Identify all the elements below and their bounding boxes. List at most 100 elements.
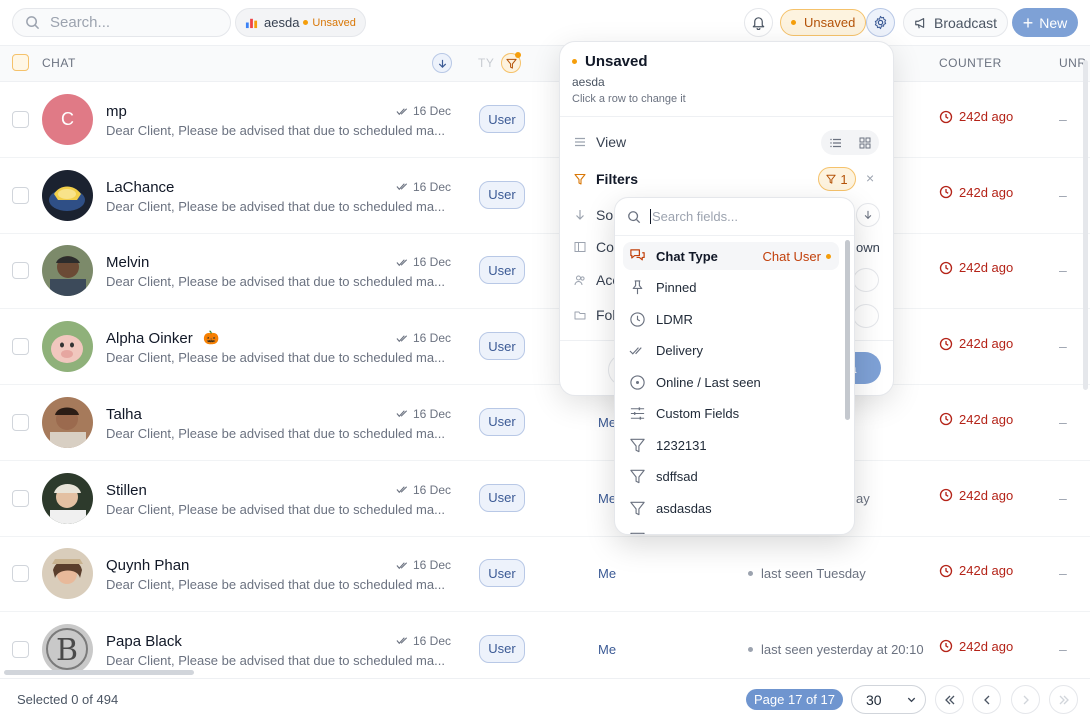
chat-name: Talha xyxy=(106,405,142,423)
avatar xyxy=(42,548,93,600)
panel-item-filters[interactable]: Filters xyxy=(574,171,638,187)
view-chip[interactable]: aesda Unsaved xyxy=(235,8,366,37)
date-text: 16 Dec xyxy=(413,406,452,421)
view-mode-toggle[interactable] xyxy=(821,130,879,155)
date-text: 16 Dec xyxy=(413,331,452,346)
column-header-chat[interactable]: CHAT xyxy=(42,56,76,70)
table-row[interactable]: Talha Dear Client, Please be advised that… xyxy=(0,385,1090,461)
message-date: 16 Dec xyxy=(396,634,451,648)
clock-icon xyxy=(939,337,959,351)
panel-item-access[interactable]: Acc xyxy=(574,272,619,288)
last-seen: last seen Tuesday xyxy=(748,566,866,581)
table-row[interactable]: Cmp Dear Client, Please be advised that d… xyxy=(0,82,1090,158)
double-chevron-left-icon xyxy=(944,695,954,704)
folders-select[interactable] xyxy=(853,304,879,328)
clear-filters-icon[interactable]: × xyxy=(866,170,874,186)
chat-name: Papa Black xyxy=(106,632,182,650)
sort-direction-toggle[interactable] xyxy=(856,203,880,227)
table-row[interactable]: Quynh Phan Dear Client, Please be advised… xyxy=(0,536,1090,613)
chat-type-badge: User xyxy=(479,407,525,436)
chat-type-badge: User xyxy=(479,559,525,588)
field-option[interactable]: Chat Type Chat User xyxy=(623,242,839,270)
counter: 242d ago xyxy=(939,185,1013,200)
field-option-label: LDMR xyxy=(656,311,693,327)
chevron-left-icon xyxy=(983,695,989,704)
table-row[interactable]: Alpha Oinker 🎃 Dear Client, Please be advi… xyxy=(0,309,1090,386)
row-checkbox[interactable] xyxy=(12,338,29,356)
table-row[interactable]: LaChance Dear Client, Please be advised t… xyxy=(0,158,1090,234)
panel-item-columns[interactable]: Col xyxy=(574,239,617,255)
first-page-button[interactable] xyxy=(935,685,964,714)
panel-item-view[interactable]: View xyxy=(574,134,626,150)
view-settings-button[interactable] xyxy=(866,8,895,37)
double-check-icon xyxy=(396,485,413,494)
page-size-select[interactable]: 30 xyxy=(851,685,926,714)
field-option[interactable]: sdffsad xyxy=(623,463,839,491)
panel-item-folders[interactable]: Fol xyxy=(574,307,615,323)
counter: 242d ago xyxy=(939,336,1013,351)
assignee[interactable]: Me xyxy=(598,642,616,657)
filter-count-badge[interactable]: 1 xyxy=(818,167,856,191)
type-filter-button[interactable] xyxy=(501,52,521,73)
message-snippet: Dear Client, Please be advised that due … xyxy=(106,198,445,214)
row-checkbox[interactable] xyxy=(12,111,29,128)
unsaved-button[interactable]: Unsaved xyxy=(780,9,867,36)
chat-name: mp xyxy=(106,103,127,120)
new-button[interactable]: + New xyxy=(1012,8,1078,37)
avatar xyxy=(42,245,93,297)
field-option[interactable]: LDMR xyxy=(623,305,839,333)
filter-count-value: 1 xyxy=(840,171,848,187)
row-checkbox[interactable] xyxy=(12,186,29,204)
next-page-button[interactable] xyxy=(1011,685,1040,714)
chat-name: Quynh Phan xyxy=(106,557,190,575)
column-header-type[interactable]: TY xyxy=(478,56,494,70)
row-checkbox[interactable] xyxy=(12,413,29,431)
assignee[interactable]: Me xyxy=(598,566,616,581)
vertical-scrollbar[interactable] xyxy=(1083,60,1088,390)
date-text: 16 Dec xyxy=(413,255,452,270)
field-option[interactable]: Delivery xyxy=(623,337,839,365)
list-view-icon[interactable] xyxy=(829,137,842,149)
horizontal-scrollbar[interactable] xyxy=(4,670,194,675)
sort-direction-button[interactable] xyxy=(432,53,452,73)
unsaved-label: Unsaved xyxy=(804,15,856,30)
table-row[interactable]: B Papa Black Dear Client, Please be advise… xyxy=(0,612,1090,688)
column-header-counter[interactable]: COUNTER xyxy=(939,56,1002,70)
panel-item-sort[interactable]: Sor xyxy=(574,207,618,223)
grid-view-icon[interactable] xyxy=(859,137,871,149)
date-text: 16 Dec xyxy=(413,633,452,648)
broadcast-button[interactable]: Broadcast xyxy=(903,8,1009,37)
row-checkbox[interactable] xyxy=(12,640,29,658)
clock-icon xyxy=(629,311,656,328)
notifications-button[interactable] xyxy=(744,8,773,37)
field-option[interactable]: Pinned xyxy=(623,274,839,302)
panel-hint: Click a row to change it xyxy=(572,93,686,105)
field-option-label: Pinned xyxy=(656,280,697,295)
row-checkbox[interactable] xyxy=(12,489,29,507)
chevron-right-icon xyxy=(1023,695,1029,704)
access-select[interactable] xyxy=(853,268,879,292)
table-row[interactable]: Melvin Dear Client, Please be advised tha… xyxy=(0,233,1090,310)
field-option[interactable]: Custom Fields xyxy=(623,400,839,428)
field-search-input[interactable]: Search fields... xyxy=(615,198,854,236)
filter-icon xyxy=(629,500,656,517)
last-page-button[interactable] xyxy=(1049,685,1078,714)
unread-count: – xyxy=(1059,565,1067,582)
field-option[interactable]: Online / Last seen xyxy=(623,368,839,396)
select-all-checkbox[interactable] xyxy=(12,54,29,71)
field-option-label: Chat Type xyxy=(656,248,718,264)
unsaved-dot xyxy=(572,59,577,64)
row-checkbox[interactable] xyxy=(12,262,29,280)
message-snippet: Dear Client, Please be advised that due … xyxy=(106,425,445,441)
field-option[interactable]: ~WC xyxy=(623,526,839,534)
date-text: 16 Dec xyxy=(413,482,452,497)
field-option[interactable]: 1232131 xyxy=(623,431,839,459)
field-list-scrollbar[interactable] xyxy=(845,240,850,420)
columns-summary-partial: own xyxy=(856,240,880,255)
field-option[interactable]: asdasdas xyxy=(623,494,839,522)
search-input[interactable]: Search... xyxy=(12,8,231,37)
table-row[interactable]: Stillen Dear Client, Please be advised th… xyxy=(0,461,1090,537)
panel-item-view-label: View xyxy=(596,134,627,150)
row-checkbox[interactable] xyxy=(12,565,29,583)
previous-page-button[interactable] xyxy=(972,685,1001,714)
